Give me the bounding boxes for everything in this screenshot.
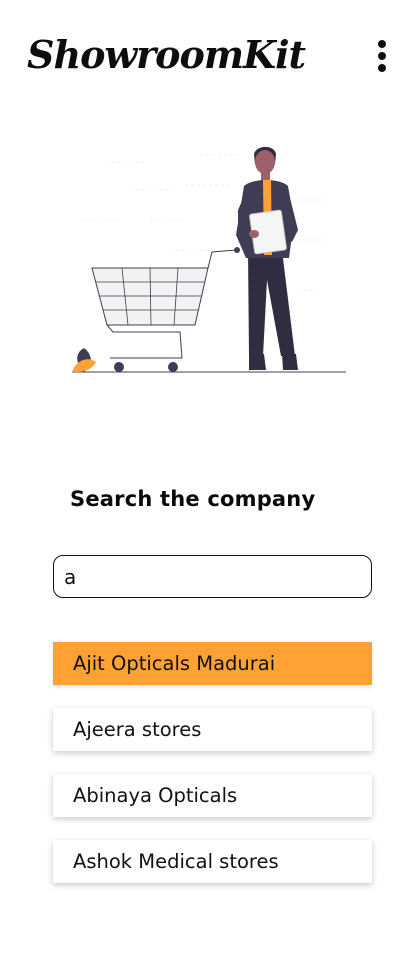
search-result-item[interactable]: Ajeera stores: [53, 708, 372, 751]
search-heading: Search the company: [70, 487, 316, 511]
shopping-cart-illustration: [72, 146, 346, 373]
app-header: ShowroomKit: [0, 0, 414, 110]
shopping-cart-icon: [91, 247, 240, 372]
plant-icon: [72, 348, 96, 373]
more-options-button[interactable]: [366, 36, 398, 76]
app-title: ShowroomKit: [27, 32, 306, 77]
more-vert-icon-dot: [378, 52, 386, 60]
more-vert-icon-dot: [378, 64, 386, 72]
search-result-item[interactable]: Abinaya Opticals: [53, 774, 372, 817]
person-figure: [236, 146, 298, 370]
search-result-item[interactable]: Ashok Medical stores: [53, 840, 372, 883]
company-search-input[interactable]: [53, 555, 372, 598]
more-vert-icon: [378, 40, 386, 48]
search-result-item[interactable]: Ajit Opticals Madurai: [53, 642, 372, 685]
search-results-list: Ajit Opticals Madurai Ajeera stores Abin…: [53, 642, 372, 906]
